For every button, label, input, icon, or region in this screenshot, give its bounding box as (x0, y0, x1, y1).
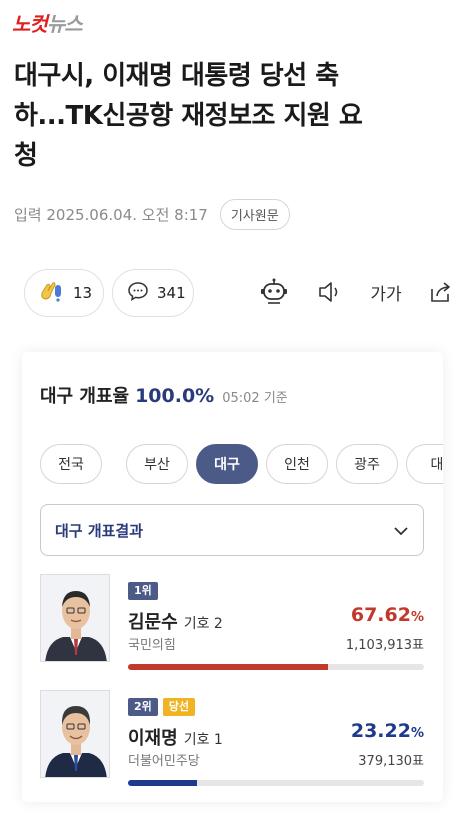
candidate-badges: 1위 (128, 582, 424, 600)
candidate-name-row: 김문수 기호 2 (128, 608, 223, 634)
article-title: 대구시, 이재명 대통령 당선 축 하...TK신공항 재정보조 지원 요 청 (14, 56, 459, 176)
candidate-number: 기호 1 (183, 732, 223, 748)
chevron-down-icon (393, 521, 409, 540)
robot-icon[interactable] (258, 276, 290, 308)
dropdown-label: 대구 개표결과 (55, 521, 144, 540)
vote-count: 1,103,913표 (345, 638, 424, 653)
comment-button[interactable]: 341 (112, 269, 194, 317)
candidate-info: 1위 김문수 기호 2 국민의힘 67.62% 1,103,913표 (128, 582, 424, 674)
candidate-name-row: 이재명 기호 1 (128, 724, 223, 750)
vote-percent-unit: % (410, 726, 424, 741)
candidate-card[interactable]: 1위 김문수 기호 2 국민의힘 67.62% 1,103,913표 (40, 574, 424, 674)
comment-count: 341 (157, 284, 186, 302)
comment-icon (127, 280, 149, 306)
vote-percent: 67.62% (351, 604, 424, 626)
election-results-panel: 대구 개표율 100.0% 05:02 기준 전국 부산 대구 인천 광주 대 … (22, 352, 443, 802)
vote-share-bar (128, 780, 424, 786)
reaction-button[interactable]: 13 (24, 269, 104, 317)
font-size-label: 가가 (370, 284, 402, 305)
region-tabs: 전국 부산 대구 인천 광주 대 (40, 442, 443, 486)
candidate-number: 기호 2 (183, 616, 223, 632)
action-bar: 13 341 가가 (24, 268, 464, 318)
rank-badge: 1위 (128, 582, 158, 600)
vote-percent-value: 23.22 (350, 720, 411, 742)
candidate-name: 이재명 (128, 728, 178, 749)
original-article-button[interactable]: 기사원문 (219, 198, 290, 230)
reaction-count: 13 (73, 284, 93, 302)
region-tab-busan[interactable]: 부산 (126, 444, 188, 484)
vote-share-fill (128, 664, 329, 670)
candidate-photo (40, 574, 110, 662)
candidate-photo (40, 690, 110, 778)
region-tab-incheon[interactable]: 인천 (266, 444, 328, 484)
clap-icon (39, 279, 65, 307)
logo-text-a: 노컷 (12, 12, 48, 36)
candidate-party: 더불어민주당 (128, 754, 200, 769)
region-tab-daegu[interactable]: 대구 (196, 444, 258, 484)
region-tab-nationwide[interactable]: 전국 (40, 444, 102, 484)
title-line-1: 대구시, 이재명 대통령 당선 축 (14, 61, 339, 91)
vote-count: 379,130표 (358, 754, 424, 769)
speaker-icon[interactable] (314, 276, 346, 308)
vote-percent-value: 67.62 (350, 604, 411, 626)
region-tab-next[interactable]: 대 (406, 444, 443, 484)
title-line-3: 청 (14, 141, 38, 171)
title-line-2: 하...TK신공항 재정보조 지원 요 (14, 101, 363, 131)
font-size-icon[interactable]: 가가 (366, 276, 406, 308)
candidate-badges: 2위 당선 (128, 698, 424, 716)
publish-date: 입력 2025.06.04. 오전 8:17 (14, 205, 208, 224)
candidate-info: 2위 당선 이재명 기호 1 더불어민주당 23.22% 379,130표 (128, 698, 424, 790)
results-dropdown[interactable]: 대구 개표결과 (40, 504, 424, 556)
results-title: 대구 개표율 (40, 386, 130, 407)
vote-percent-unit: % (410, 610, 424, 625)
vote-share-fill (128, 780, 197, 786)
region-tab-gwangju[interactable]: 광주 (336, 444, 398, 484)
rank-badge: 2위 (128, 698, 158, 716)
share-icon[interactable] (424, 276, 456, 308)
logo-text-b: 뉴스 (46, 12, 83, 36)
results-header: 대구 개표율 100.0% 05:02 기준 (40, 382, 288, 408)
count-time: 05:02 기준 (222, 391, 288, 406)
article-meta: 입력 2025.06.04. 오전 8:17 기사원문 (14, 198, 290, 230)
vote-percent: 23.22% (351, 720, 424, 742)
candidate-card[interactable]: 2위 당선 이재명 기호 1 더불어민주당 23.22% 379,130표 (40, 690, 424, 790)
news-logo[interactable]: 노컷 뉴스 (12, 8, 83, 40)
vote-share-bar (128, 664, 424, 670)
candidate-party: 국민의힘 (128, 638, 176, 653)
candidate-name: 김문수 (128, 612, 178, 633)
elected-badge: 당선 (162, 698, 196, 716)
count-percent: 100.0% (135, 385, 215, 407)
